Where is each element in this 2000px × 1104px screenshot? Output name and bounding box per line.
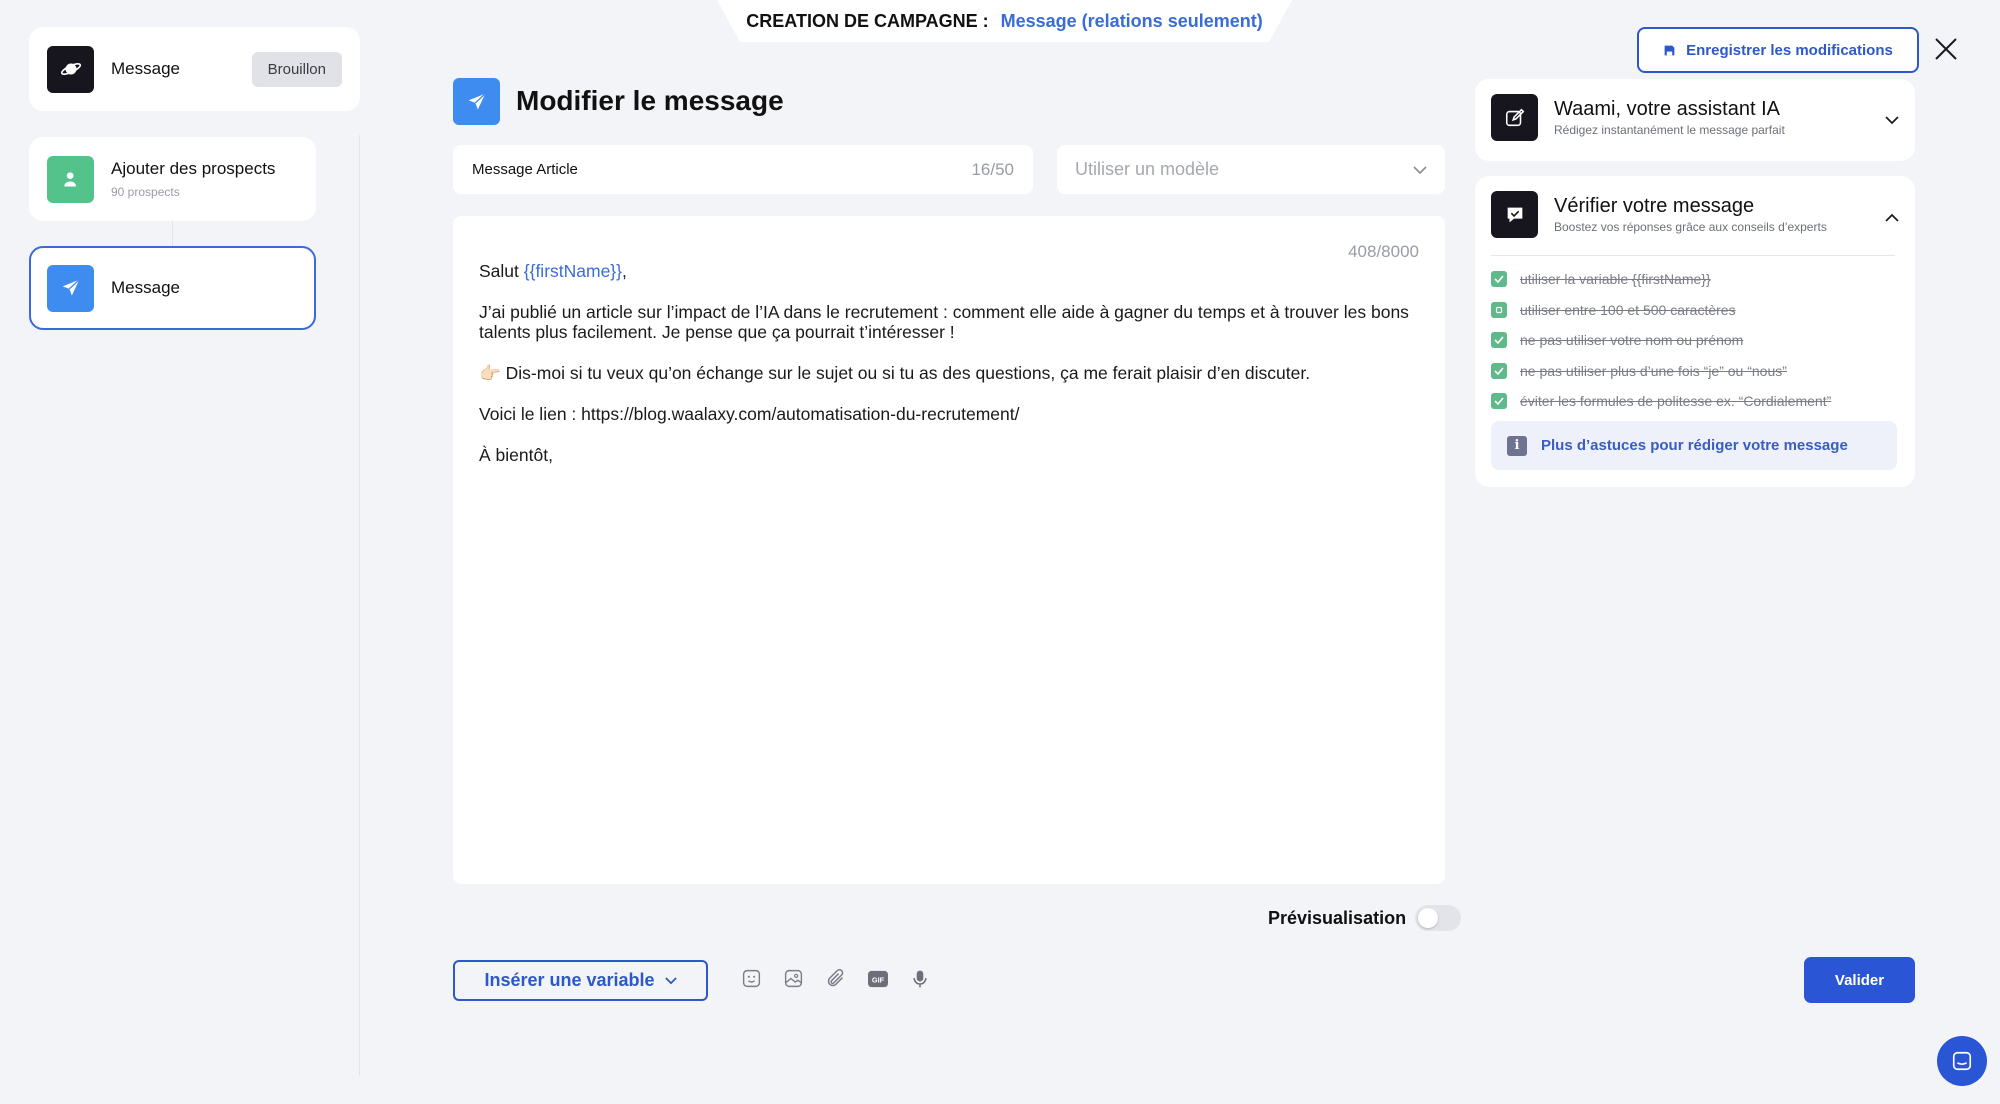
info-icon: i	[1507, 435, 1527, 456]
checklist-text: ne pas utiliser plus d’une fois “je” ou …	[1520, 362, 1787, 379]
campaign-type: Message (relations seulement)	[1000, 10, 1263, 31]
chevron-down-icon	[664, 976, 677, 984]
tips-link[interactable]: i Plus d’astuces pour rédiger votre mess…	[1491, 421, 1897, 470]
chat-icon	[1952, 1051, 1972, 1071]
message-paragraph: J’ai publié un article sur l’impact de l…	[479, 302, 1409, 342]
close-icon[interactable]	[1934, 37, 1958, 61]
step-title: Message	[111, 278, 180, 297]
edit-icon	[1491, 94, 1538, 141]
chevron-up-icon[interactable]	[1885, 209, 1899, 227]
checklist-text: utiliser entre 100 et 500 caractères	[1520, 301, 1736, 318]
checklist-item: éviter les formules de politesse ex. “Co…	[1491, 386, 1831, 417]
gif-icon[interactable]: GIF	[866, 967, 889, 990]
checklist-text: éviter les formules de politesse ex. “Co…	[1520, 393, 1832, 410]
insert-variable-label: Insérer une variable	[484, 970, 655, 990]
step-card-message-draft[interactable]: Message Brouillon	[29, 27, 360, 111]
message-name-field[interactable]: 16/50	[453, 145, 1033, 194]
check-icon	[1491, 301, 1507, 318]
checklist-text: ne pas utiliser votre nom ou prénom	[1520, 332, 1744, 349]
message-name-input[interactable]	[472, 161, 972, 178]
greeting-suffix: ,	[622, 261, 627, 281]
checklist-item: ne pas utiliser plus d’une fois “je” ou …	[1491, 356, 1831, 387]
validate-button[interactable]: Valider	[1804, 957, 1915, 1003]
check-icon	[1491, 332, 1507, 349]
checklist: utiliser la variable {{firstName}} utili…	[1491, 264, 1831, 417]
preview-label: Prévisualisation	[1268, 907, 1407, 928]
checklist-item: ne pas utiliser votre nom ou prénom	[1491, 325, 1831, 356]
checklist-text: utiliser la variable {{firstName}}	[1520, 271, 1711, 288]
image-icon[interactable]	[782, 967, 805, 990]
check-icon	[1491, 271, 1507, 288]
send-icon	[453, 78, 500, 125]
save-label: Enregistrer les modifications	[1686, 41, 1893, 59]
insert-variable-button[interactable]: Insérer une variable	[453, 960, 708, 1001]
ai-assistant-panel[interactable]: Waami, votre assistant IA Rédigez instan…	[1475, 79, 1915, 161]
chat-support-button[interactable]	[1937, 1036, 1987, 1086]
campaign-header-label: CREATION DE CAMPAGNE :	[746, 10, 989, 31]
step-connector	[172, 221, 173, 246]
panel-title: Vérifier votre message	[1554, 195, 1755, 217]
greeting-line: Salut {{firstName}},	[479, 261, 1409, 281]
panel-divider	[1491, 255, 1895, 256]
save-changes-button[interactable]: Enregistrer les modifications	[1637, 27, 1919, 73]
attachment-icon[interactable]	[824, 967, 847, 990]
toolbar: GIF	[740, 967, 931, 990]
microphone-icon[interactable]	[908, 967, 931, 990]
step-title: Ajouter des prospects	[111, 159, 276, 178]
message-check-icon	[1491, 191, 1538, 238]
message-body[interactable]: Salut {{firstName}}, J’ai publié un arti…	[479, 261, 1409, 486]
message-paragraph: 👉🏻 Dis-moi si tu veux qu’on échange sur …	[479, 363, 1311, 383]
page-title: Modifier le message	[516, 85, 784, 116]
preview-toggle[interactable]	[1415, 905, 1462, 931]
chevron-down-icon	[1413, 159, 1427, 180]
step-subtitle: 90 prospects	[111, 185, 180, 199]
save-icon	[1664, 45, 1675, 55]
planet-icon	[47, 45, 94, 93]
first-name-variable[interactable]: {{firstName}}	[524, 261, 622, 281]
emoji-icon[interactable]	[740, 967, 763, 990]
check-icon	[1491, 393, 1507, 410]
message-char-count: 408/8000	[1348, 242, 1419, 261]
verify-message-panel: Vérifier votre message Boostez vos répon…	[1475, 176, 1915, 487]
message-editor[interactable]: 408/8000 Salut {{firstName}}, J’ai publi…	[453, 216, 1445, 884]
svg-text:GIF: GIF	[871, 975, 884, 984]
checklist-item: utiliser la variable {{firstName}}	[1491, 264, 1831, 295]
tips-label: Plus d’astuces pour rédiger votre messag…	[1541, 437, 1848, 454]
panel-header[interactable]: Vérifier votre message Boostez vos répon…	[1491, 191, 1827, 238]
template-placeholder: Utiliser un modèle	[1075, 159, 1220, 179]
panel-header: Waami, votre assistant IA Rédigez instan…	[1491, 94, 1785, 141]
status-badge: Brouillon	[251, 51, 342, 87]
panel-title: Waami, votre assistant IA	[1554, 98, 1780, 120]
step-title: Message	[111, 59, 180, 78]
message-paragraph: À bientôt,	[479, 445, 553, 465]
name-char-count: 16/50	[971, 159, 1014, 179]
template-select[interactable]: Utiliser un modèle	[1057, 145, 1445, 194]
chevron-down-icon[interactable]	[1885, 112, 1899, 130]
message-paragraph: Voici le lien : https://blog.waalaxy.com…	[479, 404, 1020, 424]
panel-subtitle: Rédigez instantanément le message parfai…	[1554, 123, 1785, 137]
user-icon	[47, 155, 94, 203]
checklist-item: utiliser entre 100 et 500 caractères	[1491, 295, 1831, 326]
panel-subtitle: Boostez vos réponses grâce aux conseils …	[1554, 220, 1827, 234]
send-icon	[47, 264, 94, 312]
check-icon	[1491, 362, 1507, 379]
greeting-text: Salut	[479, 261, 524, 281]
step-card-add-prospects[interactable]: Ajouter des prospects 90 prospects	[29, 137, 316, 221]
step-card-message-active[interactable]: Message	[29, 246, 316, 330]
sidebar-divider	[359, 135, 360, 1075]
campaign-header: CREATION DE CAMPAGNE : Message (relation…	[717, 0, 1292, 42]
preview-toggle-row: Prévisualisation	[1268, 905, 1462, 931]
